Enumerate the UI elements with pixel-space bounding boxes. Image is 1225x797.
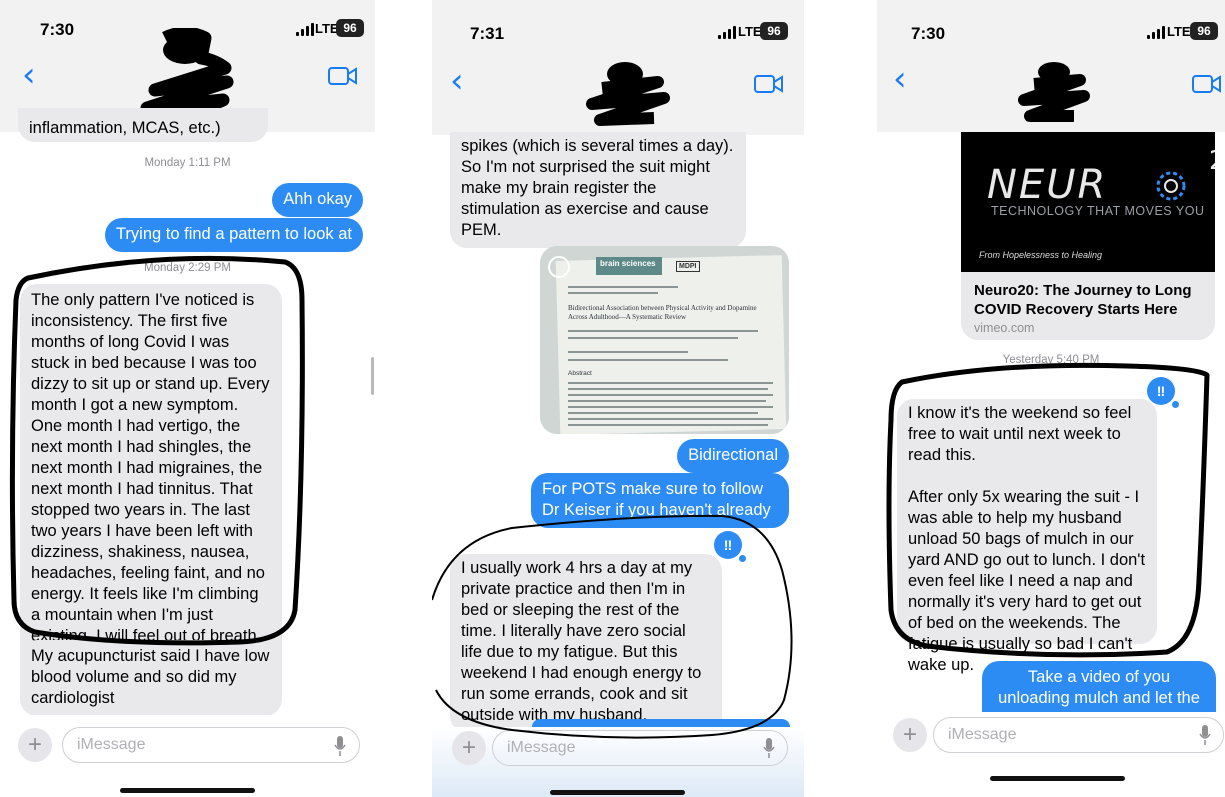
back-chevron-icon[interactable]: ‹ — [450, 64, 464, 98]
network-type: LTE — [1167, 24, 1191, 39]
composer-bar: + iMessage — [877, 712, 1225, 797]
status-time: 7:31 — [470, 24, 505, 43]
video-call-icon[interactable] — [328, 66, 358, 86]
conversation-panel-2: 7:31 LTE 96 ‹ spikes (which is several t… — [432, 0, 804, 797]
signal-bars-icon — [1147, 25, 1165, 39]
sent-message[interactable]: Ahh okay — [272, 183, 363, 217]
conversation-panel-3: 7:30 LTE 96 ‹ NEUR 20 TECHNOLOGY THAT MO… — [877, 0, 1225, 797]
timestamp: Monday 1:11 PM — [144, 157, 231, 169]
exclamation-reaction-icon[interactable]: ‼ — [714, 531, 746, 562]
brand-number: 20 — [1209, 146, 1215, 176]
sent-message-partial[interactable] — [532, 719, 790, 727]
sent-message[interactable]: Trying to find a pattern to look at — [104, 218, 363, 252]
received-message[interactable]: spikes (which is several times a day). S… — [450, 132, 746, 248]
received-message[interactable]: The only pattern I've noticed is inconsi… — [20, 284, 282, 696]
link-preview-card[interactable]: NEUR 20 TECHNOLOGY THAT MOVES YOU From H… — [961, 132, 1215, 340]
composer-bar: + iMessage — [432, 727, 804, 797]
signal-bars-icon — [296, 22, 314, 36]
home-indicator — [550, 790, 685, 795]
back-chevron-icon[interactable]: ‹ — [22, 58, 36, 92]
publisher-logo: MDPI — [676, 261, 700, 272]
brand-wordmark: NEUR — [987, 162, 1108, 208]
message-input[interactable]: iMessage — [492, 730, 788, 766]
battery-icon: 96 — [760, 22, 788, 40]
brand-tagline: TECHNOLOGY THAT MOVES YOU — [991, 204, 1205, 218]
message-text: inflammation, MCAS, etc.) — [29, 119, 221, 137]
conversation-panel-1: 7:30 LTE 96 ‹ inflammation, MCAS, etc.) … — [0, 0, 375, 797]
received-message[interactable]: I know it's the weekend so feel free to … — [897, 399, 1157, 674]
status-time: 7:30 — [911, 24, 946, 43]
contact-avatar[interactable] — [580, 58, 670, 130]
link-preview-image: NEUR 20 TECHNOLOGY THAT MOVES YOU From H… — [961, 132, 1215, 272]
battery-icon: 96 — [336, 19, 364, 37]
shared-article-image[interactable]: brain sciences MDPI Bidirectional Associ… — [540, 246, 789, 434]
microphone-icon[interactable] — [334, 735, 346, 757]
message-text: After only 5x wearing the suit - I was a… — [908, 488, 1146, 674]
video-call-icon[interactable] — [754, 74, 784, 94]
home-indicator — [120, 788, 255, 793]
message-input[interactable]: iMessage — [933, 717, 1224, 753]
nav-header: 7:30 LTE 96 ‹ — [877, 0, 1225, 132]
plus-icon[interactable]: + — [18, 728, 52, 762]
microphone-icon[interactable] — [763, 737, 775, 759]
battery-icon: 96 — [1190, 22, 1218, 40]
plus-icon[interactable]: + — [893, 718, 927, 752]
timestamp: Monday 2:29 PM — [144, 262, 231, 274]
status-time: 7:30 — [40, 20, 75, 39]
received-message[interactable]: I usually work 4 hrs a day at my private… — [450, 554, 722, 733]
brain-logo-icon — [1156, 171, 1186, 201]
article-abstract-label: Abstract — [568, 370, 592, 377]
nav-header: 7:31 LTE 96 ‹ — [432, 0, 804, 135]
message-text: I know it's the weekend so feel free to … — [908, 404, 1132, 464]
link-title: Neuro20: The Journey to Long COVID Recov… — [974, 282, 1192, 318]
contact-avatar[interactable] — [1014, 58, 1094, 128]
network-type: LTE — [738, 24, 762, 39]
scroll-indicator[interactable] — [371, 357, 374, 395]
plus-icon[interactable]: + — [452, 731, 486, 765]
home-indicator — [990, 776, 1125, 781]
back-chevron-icon[interactable]: ‹ — [893, 62, 907, 96]
video-call-icon[interactable] — [1192, 74, 1222, 94]
sent-message[interactable]: Bidirectional — [677, 439, 789, 473]
exclamation-reaction-icon[interactable]: ‼ — [1147, 377, 1179, 408]
received-message[interactable]: My acupuncturist said I have low blood v… — [20, 640, 282, 716]
timestamp: Yesterday 5:40 PM — [1002, 354, 1100, 366]
journal-logo: brain sciences — [596, 257, 662, 275]
sent-message[interactable]: For POTS make sure to follow Dr Keiser i… — [531, 473, 789, 528]
signal-bars-icon — [718, 25, 736, 39]
link-url: vimeo.com — [974, 321, 1035, 335]
microphone-icon[interactable] — [1199, 724, 1211, 746]
article-title: Bidirectional Association between Physic… — [568, 304, 757, 321]
video-caption: From Hopelessness to Healing — [979, 250, 1103, 260]
message-fragment[interactable]: inflammation, MCAS, etc.) — [18, 108, 268, 142]
message-input[interactable]: iMessage — [62, 727, 360, 763]
composer-bar: + iMessage — [0, 715, 375, 797]
